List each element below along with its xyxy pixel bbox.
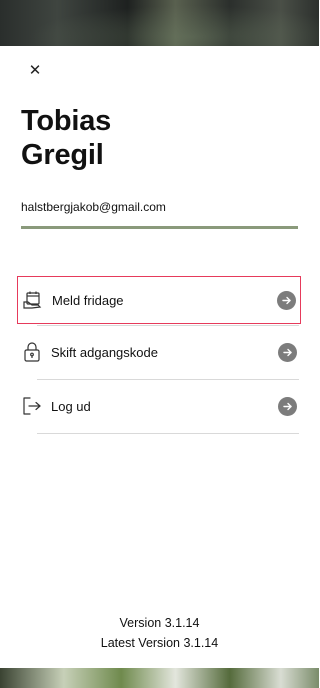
menu-divider bbox=[37, 433, 299, 434]
user-email: halstbergjakob@gmail.com bbox=[21, 200, 166, 214]
latest-version: Latest Version 3.1.14 bbox=[100, 636, 219, 650]
menu-item-meld-fridage[interactable]: Meld fridage bbox=[17, 276, 301, 324]
footer-background-image bbox=[0, 668, 319, 688]
arrow-right-icon[interactable] bbox=[277, 290, 296, 310]
menu-item-label: Meld fridage bbox=[52, 292, 124, 308]
calendar-hand-icon bbox=[22, 289, 44, 311]
close-icon[interactable]: ✕ bbox=[26, 62, 44, 80]
user-name: Tobias Gregil bbox=[21, 104, 111, 172]
first-name: Tobias bbox=[21, 105, 112, 137]
menu-divider bbox=[37, 325, 299, 326]
arrow-right-icon[interactable] bbox=[278, 396, 297, 416]
logout-icon bbox=[21, 395, 43, 417]
menu-divider bbox=[37, 379, 299, 380]
header-background-image bbox=[0, 0, 319, 46]
lock-icon bbox=[21, 341, 43, 363]
menu-item-label: Skift adgangskode bbox=[51, 344, 158, 360]
menu-item-label: Log ud bbox=[51, 398, 91, 414]
last-name: Gregil bbox=[21, 139, 104, 171]
menu-item-skift-adgangskode[interactable]: Skift adgangskode bbox=[17, 328, 301, 376]
app-version: Version 3.1.14 bbox=[119, 616, 200, 630]
email-underline bbox=[21, 226, 298, 229]
arrow-right-icon[interactable] bbox=[278, 342, 297, 362]
menu-item-log-ud[interactable]: Log ud bbox=[17, 382, 301, 430]
